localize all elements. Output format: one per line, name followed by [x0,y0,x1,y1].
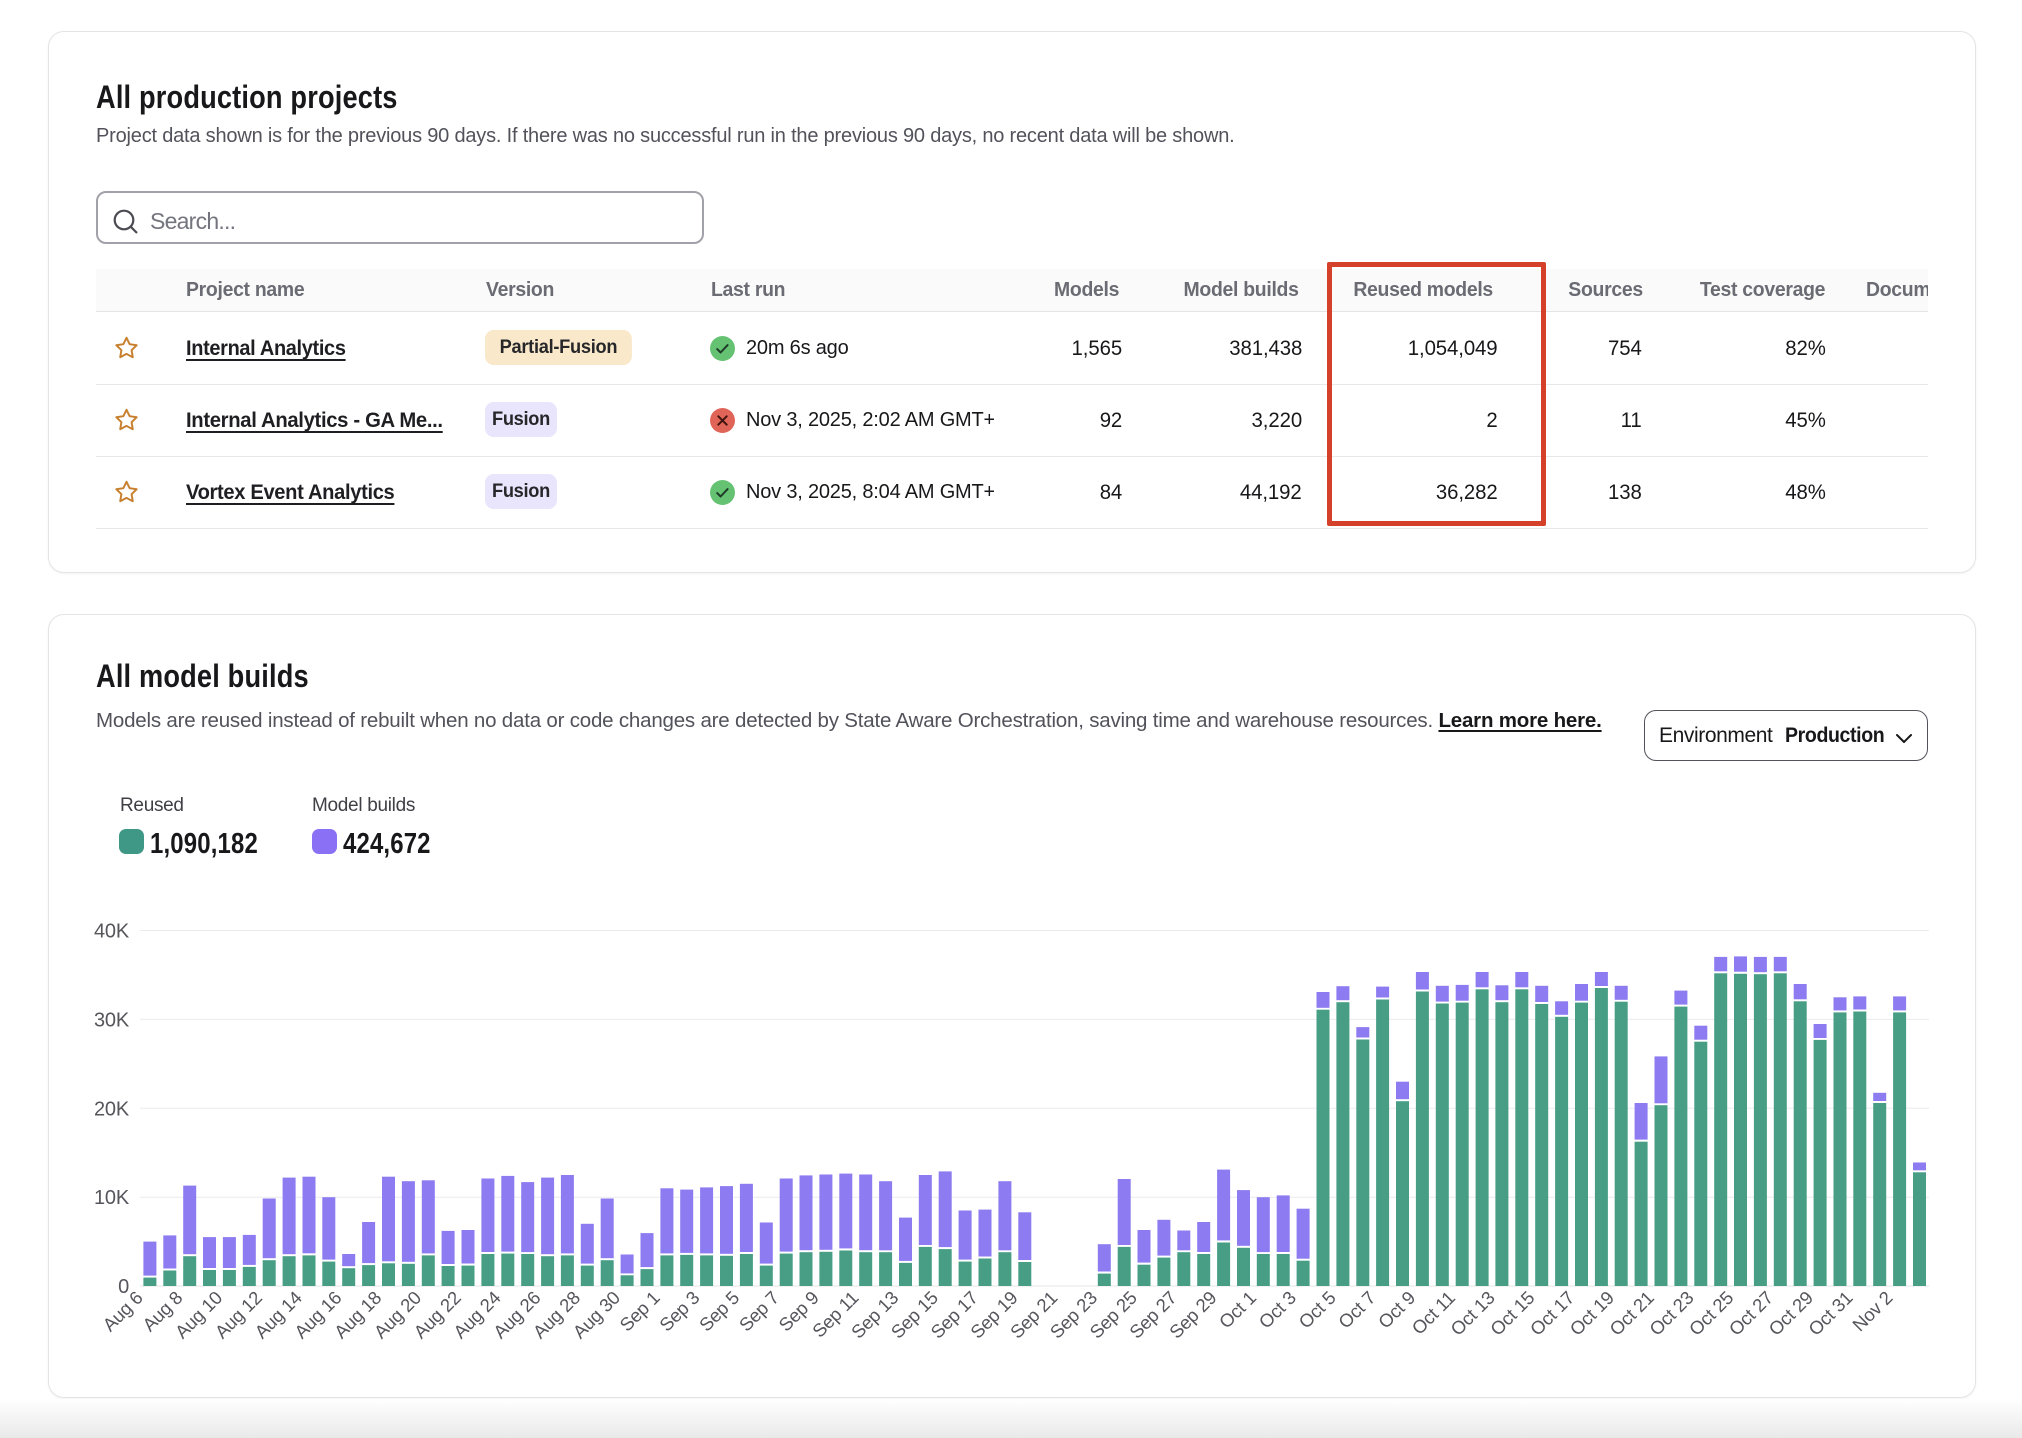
svg-text:Oct 15: Oct 15 [1486,1287,1539,1340]
svg-text:Oct 25: Oct 25 [1685,1287,1738,1340]
svg-text:Sep 3: Sep 3 [655,1287,703,1335]
svg-text:Oct 17: Oct 17 [1526,1287,1579,1340]
svg-text:20K: 20K [94,1098,130,1120]
svg-text:Oct 23: Oct 23 [1645,1287,1698,1340]
svg-text:Sep 7: Sep 7 [735,1287,783,1335]
svg-text:Nov 2: Nov 2 [1848,1287,1896,1335]
svg-text:Oct 7: Oct 7 [1334,1287,1379,1332]
svg-text:Oct 3: Oct 3 [1255,1287,1300,1332]
svg-text:Oct 27: Oct 27 [1725,1287,1778,1340]
svg-text:40K: 40K [94,921,130,943]
svg-text:Oct 21: Oct 21 [1605,1287,1658,1340]
svg-text:Oct 5: Oct 5 [1294,1287,1339,1332]
svg-text:10K: 10K [94,1187,130,1209]
svg-text:30K: 30K [94,1009,130,1031]
svg-text:Oct 31: Oct 31 [1804,1287,1857,1340]
svg-text:Oct 13: Oct 13 [1446,1287,1499,1340]
svg-text:Oct 1: Oct 1 [1215,1287,1260,1332]
svg-text:Sep 1: Sep 1 [615,1287,663,1335]
svg-text:Sep 5: Sep 5 [695,1287,743,1335]
svg-text:Oct 29: Oct 29 [1764,1287,1817,1340]
svg-text:Oct 19: Oct 19 [1565,1287,1618,1340]
